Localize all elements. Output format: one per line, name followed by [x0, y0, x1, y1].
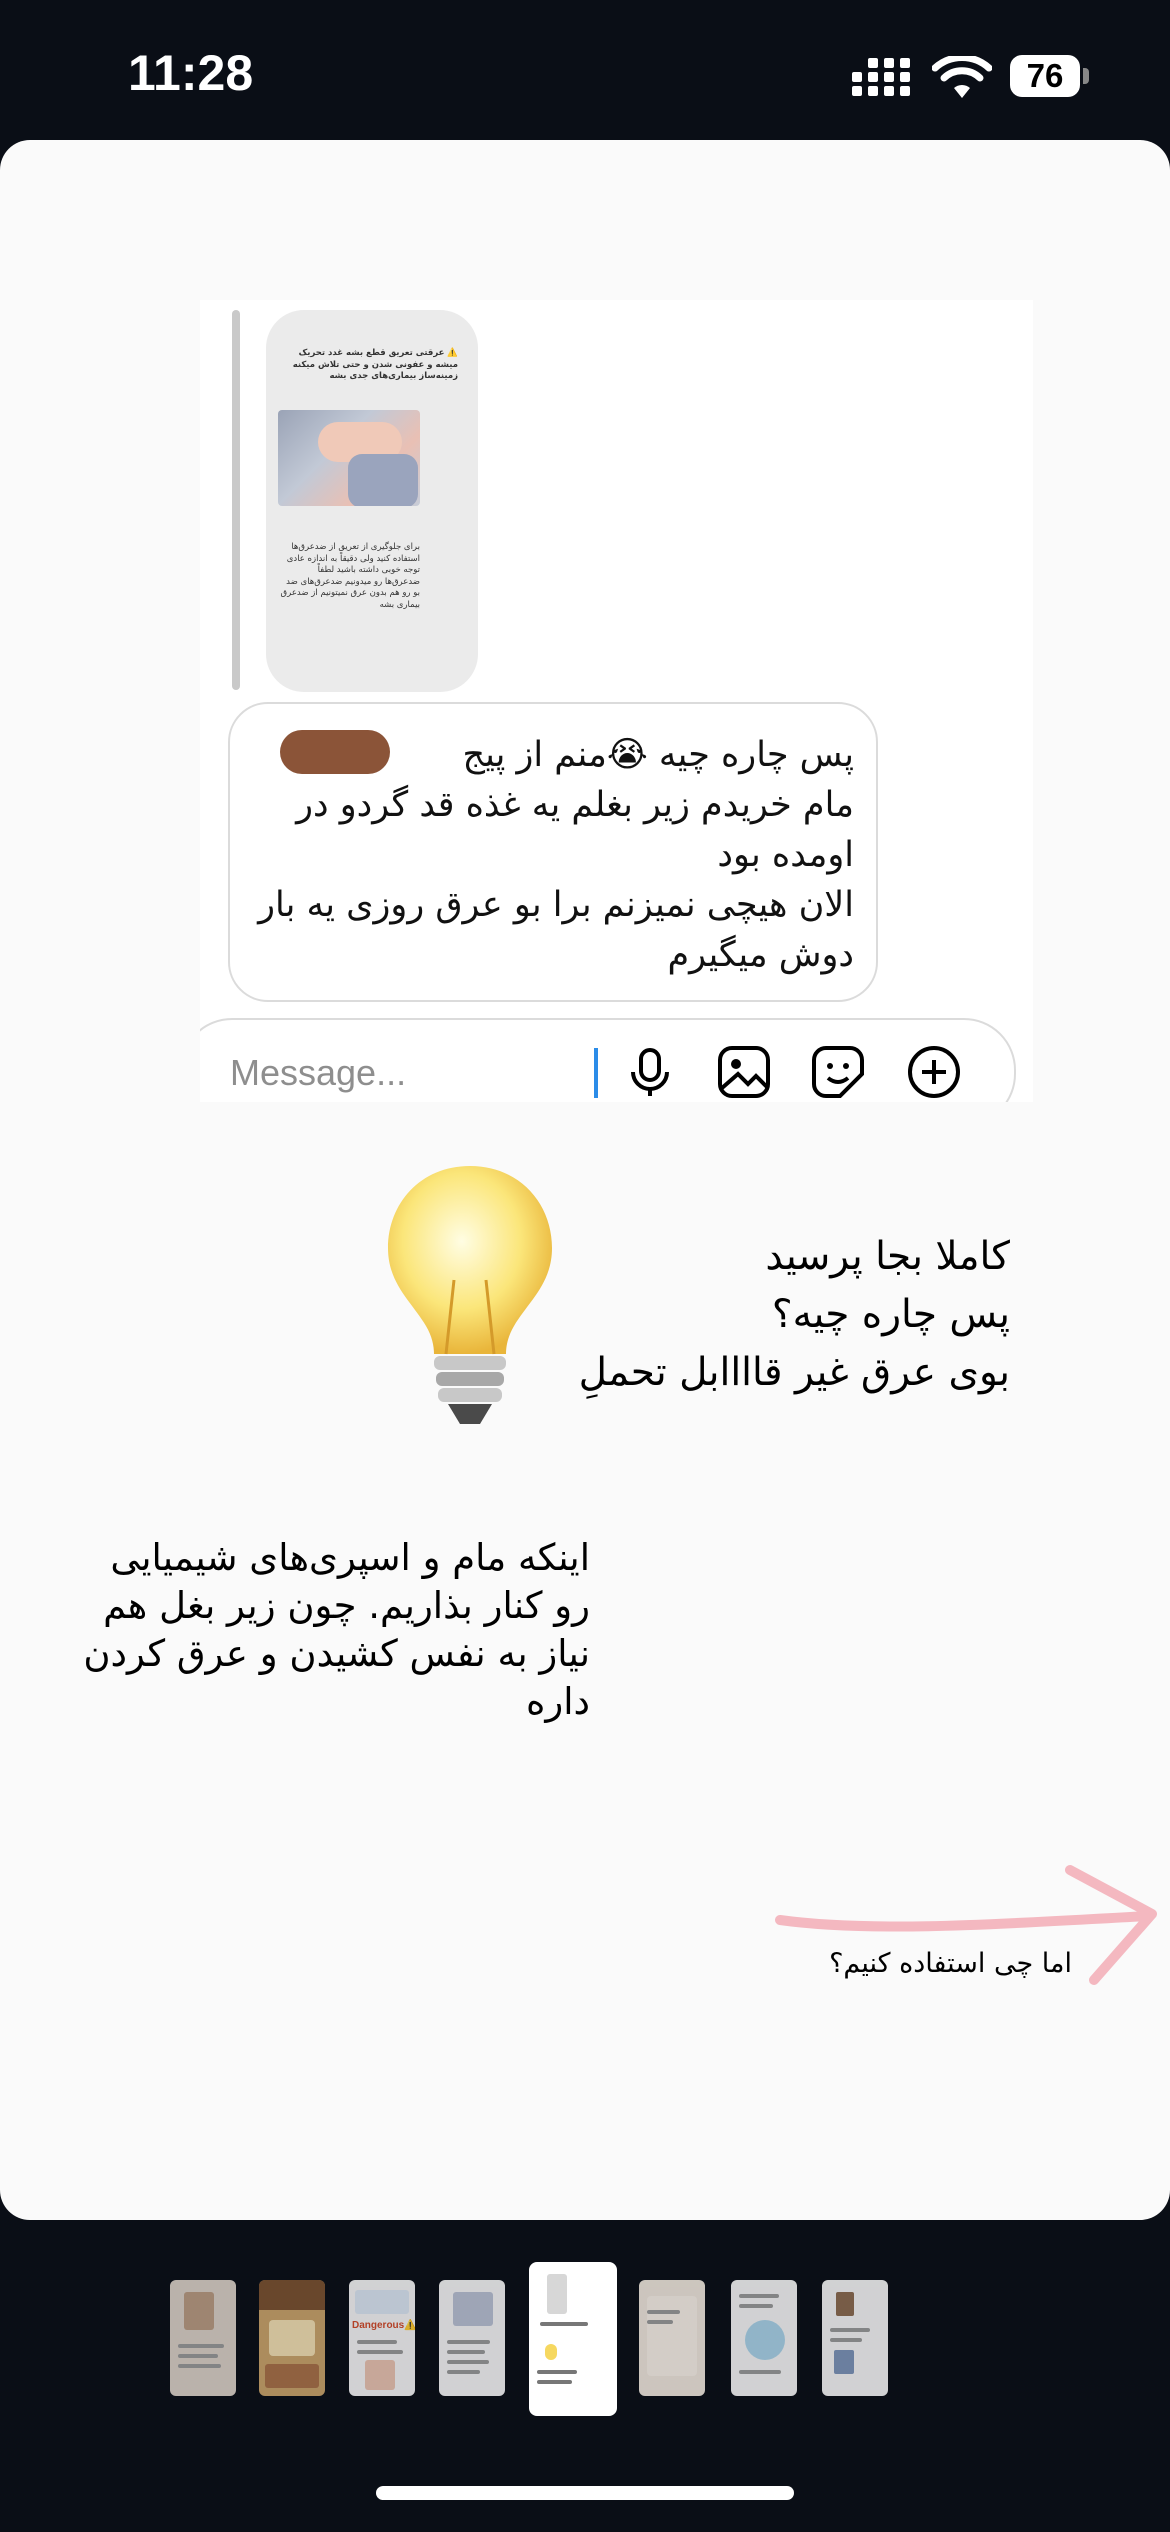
story-thumbnail-5-current[interactable] — [529, 2262, 617, 2416]
thumbnail-label: Dangerous⚠️ — [352, 2320, 415, 2331]
story-caption-next: اما چی استفاده کنیم؟ — [829, 1948, 1072, 1979]
story-thumbnail-7[interactable] — [731, 2280, 797, 2396]
story-caption-answer: اینکه مام و اسپری‌های شیمیایی رو کنار بذ… — [83, 1536, 590, 1723]
embedded-dm-screenshot: ⚠️ عرقتی تعریق قطع بشه غدد تحریک میشه و … — [200, 300, 1033, 1102]
story-thumbnail-4[interactable] — [439, 2280, 505, 2396]
home-indicator[interactable] — [376, 2486, 794, 2500]
shared-post-image — [278, 410, 420, 506]
microphone-icon — [631, 1048, 669, 1096]
shared-post-text: ⚠️ عرقتی تعریق قطع بشه غدد تحریک میشه و … — [292, 348, 458, 381]
shared-post-caption: برای جلوگیری از تعریق از ضدعرق‌ها استفاد… — [280, 542, 420, 610]
battery-icon: 76 — [1010, 55, 1090, 97]
cellular-signal-icon — [852, 58, 910, 96]
story-thumbnail-3[interactable]: Dangerous⚠️ — [349, 2280, 415, 2396]
redaction-mark — [280, 730, 390, 774]
message-bubble: پس چاره چیه 😭منم از پیج مام خریدم زیر بغ… — [228, 702, 878, 1002]
sticker-icon — [812, 1046, 864, 1098]
text-caret — [594, 1048, 598, 1098]
status-bar: 11:28 76 — [0, 0, 1170, 140]
message-placeholder: Message... — [230, 1052, 407, 1093]
message-composer: Message... — [200, 1018, 1016, 1102]
wifi-icon — [932, 56, 992, 98]
story-caption-question: کاملا بجا پرسید پس چاره چیه؟ بوی عرق غیر… — [578, 1234, 1010, 1395]
story-thumbnail-strip: Dangerous⚠️ — [0, 2262, 1170, 2422]
status-time: 11:28 — [128, 45, 254, 101]
battery-level: 76 — [1026, 57, 1064, 94]
arrow-icon — [775, 1865, 1157, 1985]
story-thumbnail-6[interactable] — [639, 2280, 705, 2396]
add-icon — [908, 1046, 960, 1098]
story-thumbnail-1[interactable] — [170, 2280, 236, 2396]
reply-indicator-bar — [232, 310, 240, 690]
story-card[interactable]: ⚠️ عرقتی تعریق قطع بشه غدد تحریک میشه و … — [0, 140, 1170, 2220]
gallery-icon — [718, 1046, 770, 1098]
shared-post-preview: ⚠️ عرقتی تعریق قطع بشه غدد تحریک میشه و … — [266, 310, 478, 692]
story-thumbnail-2[interactable] — [259, 2280, 325, 2396]
story-thumbnail-8[interactable] — [822, 2280, 888, 2396]
